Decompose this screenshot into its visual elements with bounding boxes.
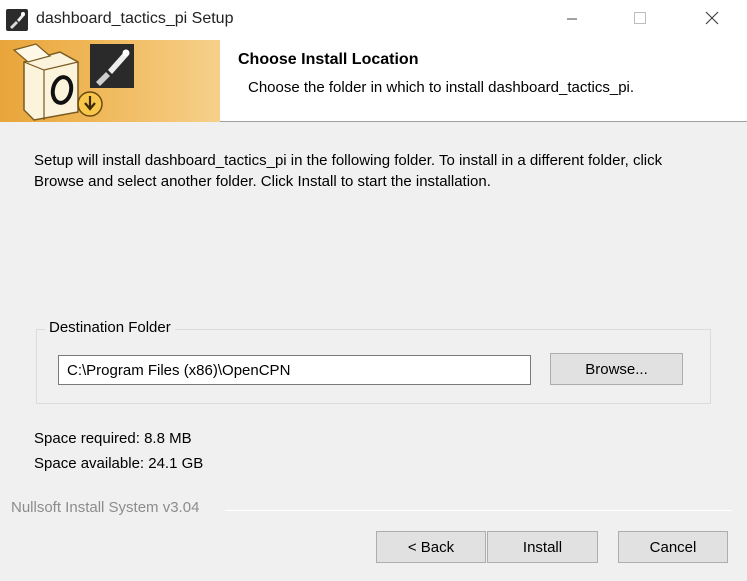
space-required-text: Space required: 8.8 MB — [34, 430, 192, 447]
app-icon — [6, 9, 28, 31]
header-banner: Choose Install Location Choose the folde… — [0, 40, 747, 122]
installer-window: dashboard_tactics_pi Setup Choose Instal… — [0, 0, 747, 581]
cancel-button[interactable]: Cancel — [618, 531, 728, 563]
footer-divider — [225, 510, 732, 511]
window-title: dashboard_tactics_pi Setup — [36, 10, 234, 27]
maximize-icon — [633, 11, 647, 29]
destination-folder-label: Destination Folder — [45, 319, 175, 336]
page-subtitle: Choose the folder in which to install da… — [248, 79, 635, 96]
destination-folder-group: Destination Folder Browse... — [36, 319, 711, 404]
browse-button[interactable]: Browse... — [550, 353, 683, 385]
close-icon — [705, 11, 719, 29]
minimize-button[interactable] — [549, 0, 595, 40]
destination-path-input[interactable] — [58, 355, 531, 385]
intro-text: Setup will install dashboard_tactics_pi … — [34, 152, 663, 190]
page-title: Choose Install Location — [238, 51, 419, 68]
title-bar[interactable]: dashboard_tactics_pi Setup — [0, 0, 747, 40]
minimize-icon — [566, 12, 578, 29]
install-button[interactable]: Install — [487, 531, 598, 563]
back-button[interactable]: < Back — [376, 531, 486, 563]
installer-logo-image — [0, 40, 220, 122]
maximize-button[interactable] — [617, 0, 663, 40]
nsis-branding-text: Nullsoft Install System v3.04 — [11, 499, 200, 516]
space-available-text: Space available: 24.1 GB — [34, 455, 204, 472]
close-button[interactable] — [689, 0, 735, 40]
